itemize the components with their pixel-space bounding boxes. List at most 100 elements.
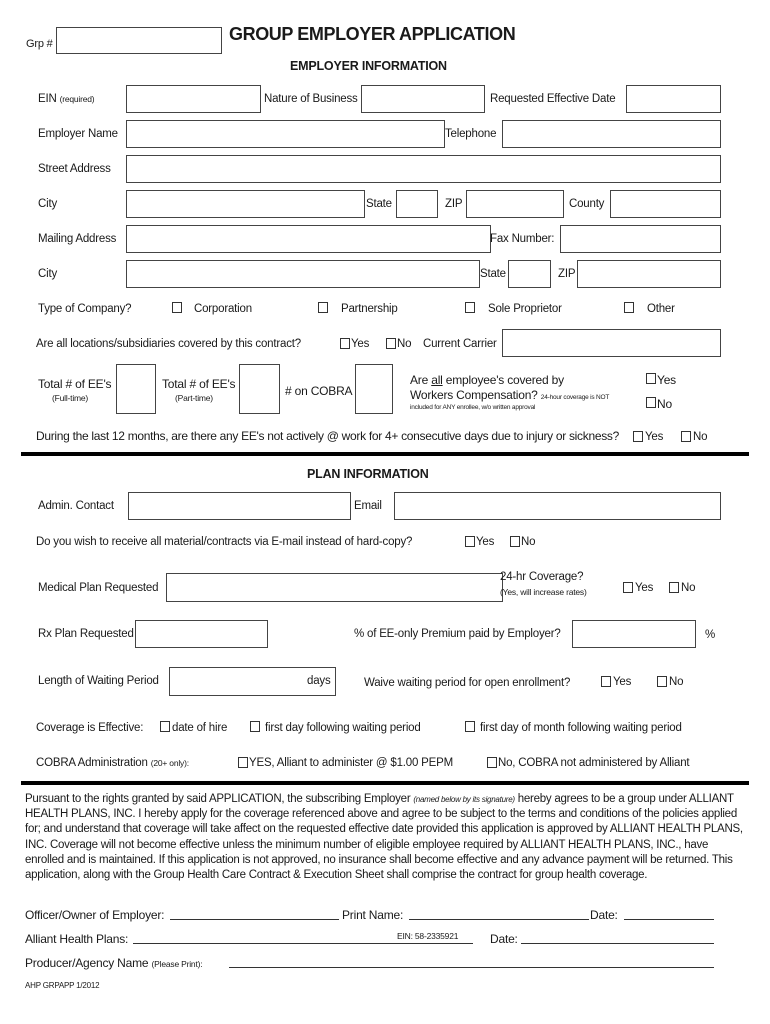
email-material-yes-checkbox[interactable]	[465, 536, 475, 547]
locations-yes-label: Yes	[351, 338, 370, 350]
county-field[interactable]	[610, 190, 721, 218]
medical-plan-field[interactable]	[166, 573, 503, 602]
form-code: AHP GRPAPP 1/2012	[25, 981, 100, 990]
cobra-count-input[interactable]	[356, 365, 392, 413]
effective-date-field[interactable]	[626, 85, 721, 113]
date-of-hire-label: date of hire	[172, 722, 228, 734]
grp-number-field[interactable]	[56, 27, 222, 54]
street-address-input[interactable]	[127, 156, 720, 182]
ein-field[interactable]	[126, 85, 261, 113]
producer-line[interactable]	[229, 967, 714, 968]
date2-line[interactable]	[521, 943, 714, 944]
city-input[interactable]	[127, 191, 364, 217]
date-line[interactable]	[624, 919, 714, 920]
zip-input[interactable]	[467, 191, 563, 217]
premium-pct-input[interactable]	[573, 621, 695, 647]
rx-plan-input[interactable]	[136, 621, 267, 647]
alliant-label: Alliant Health Plans:	[25, 932, 129, 946]
cobra-count-field[interactable]	[355, 364, 393, 414]
state-field[interactable]	[396, 190, 438, 218]
rx-plan-field[interactable]	[135, 620, 268, 648]
mailing-zip-input[interactable]	[578, 261, 720, 287]
print-name-line[interactable]	[409, 919, 589, 920]
date2-label: Date:	[490, 932, 518, 946]
workers-comp-line2: Workers Compensation? 24-hour coverage i…	[410, 388, 609, 402]
county-input[interactable]	[611, 191, 720, 217]
mailing-city-input[interactable]	[127, 261, 479, 287]
ee-fulltime-field[interactable]	[116, 364, 156, 414]
cobra-yes-checkbox[interactable]	[238, 757, 248, 768]
state-input[interactable]	[397, 191, 437, 217]
ee-parttime-field[interactable]	[239, 364, 280, 414]
admin-contact-input[interactable]	[129, 493, 350, 519]
workers-comp-yes-checkbox[interactable]	[646, 373, 656, 384]
waive-yes-checkbox[interactable]	[601, 676, 611, 687]
email-input[interactable]	[395, 493, 720, 519]
coverage-24hr-label: 24-hr Coverage?	[500, 571, 584, 583]
rx-plan-label: Rx Plan Requested	[38, 628, 134, 640]
fax-number-field[interactable]	[560, 225, 721, 253]
locations-no-checkbox[interactable]	[386, 338, 396, 349]
fax-number-label: Fax Number:	[490, 233, 555, 245]
locations-yes-checkbox[interactable]	[340, 338, 350, 349]
nature-of-business-input[interactable]	[362, 86, 484, 112]
employer-name-input[interactable]	[127, 121, 444, 147]
medical-plan-label: Medical Plan Requested	[38, 582, 159, 594]
county-label: County	[569, 198, 605, 210]
page-title: GROUP EMPLOYER APPLICATION	[229, 24, 516, 44]
corporation-checkbox[interactable]	[172, 302, 182, 313]
absence-question: During the last 12 months, are there any…	[36, 429, 619, 443]
ee-parttime-input[interactable]	[240, 365, 279, 413]
first-day-following-checkbox[interactable]	[250, 721, 260, 732]
current-carrier-input[interactable]	[503, 330, 720, 356]
zip-label: ZIP	[445, 198, 463, 210]
alliant-signature-line[interactable]	[133, 943, 473, 944]
ee-parttime-label: Total # of EE's	[162, 377, 236, 391]
medical-plan-input[interactable]	[167, 574, 502, 601]
telephone-input[interactable]	[503, 121, 720, 147]
premium-pct-field[interactable]	[572, 620, 696, 648]
email-material-no-checkbox[interactable]	[510, 536, 520, 547]
absence-yes-checkbox[interactable]	[633, 431, 643, 442]
mailing-state-field[interactable]	[508, 260, 551, 288]
fax-number-input[interactable]	[561, 226, 720, 252]
employer-name-field[interactable]	[126, 120, 445, 148]
coverage-24hr-yes-checkbox[interactable]	[623, 582, 633, 593]
date-of-hire-checkbox[interactable]	[160, 721, 170, 732]
partnership-checkbox[interactable]	[318, 302, 328, 313]
employer-information-heading: EMPLOYER INFORMATION	[290, 59, 447, 73]
ein-required-note: (required)	[59, 94, 95, 104]
mailing-address-input[interactable]	[127, 226, 490, 252]
grp-number-input[interactable]	[57, 28, 221, 53]
workers-comp-no-checkbox[interactable]	[646, 397, 656, 408]
street-address-field[interactable]	[126, 155, 721, 183]
zip-field[interactable]	[466, 190, 564, 218]
sole-proprietor-checkbox[interactable]	[465, 302, 475, 313]
cobra-no-checkbox[interactable]	[487, 757, 497, 768]
effective-date-input[interactable]	[627, 86, 720, 112]
mailing-zip-field[interactable]	[577, 260, 721, 288]
ein-input[interactable]	[127, 86, 260, 112]
first-day-of-month-checkbox[interactable]	[465, 721, 475, 732]
email-field[interactable]	[394, 492, 721, 520]
mailing-state-input[interactable]	[509, 261, 550, 287]
email-material-yes-label: Yes	[476, 536, 495, 548]
nature-of-business-field[interactable]	[361, 85, 485, 113]
telephone-field[interactable]	[502, 120, 721, 148]
admin-contact-field[interactable]	[128, 492, 351, 520]
ee-fulltime-input[interactable]	[117, 365, 155, 413]
officer-signature-line[interactable]	[170, 919, 339, 920]
current-carrier-field[interactable]	[502, 329, 721, 357]
workers-comp-note1: 24-hour coverage is NOT	[540, 394, 610, 401]
city-field[interactable]	[126, 190, 365, 218]
mailing-address-field[interactable]	[126, 225, 491, 253]
waive-no-checkbox[interactable]	[657, 676, 667, 687]
workers-comp-text-pre: Are	[410, 373, 432, 387]
other-checkbox[interactable]	[624, 302, 634, 313]
street-address-label: Street Address	[38, 163, 111, 175]
coverage-24hr-no-checkbox[interactable]	[669, 582, 679, 593]
mailing-city-field[interactable]	[126, 260, 480, 288]
grp-label: Grp #	[26, 38, 53, 50]
premium-pct-label: % of EE-only Premium paid by Employer?	[354, 628, 561, 640]
absence-no-checkbox[interactable]	[681, 431, 691, 442]
